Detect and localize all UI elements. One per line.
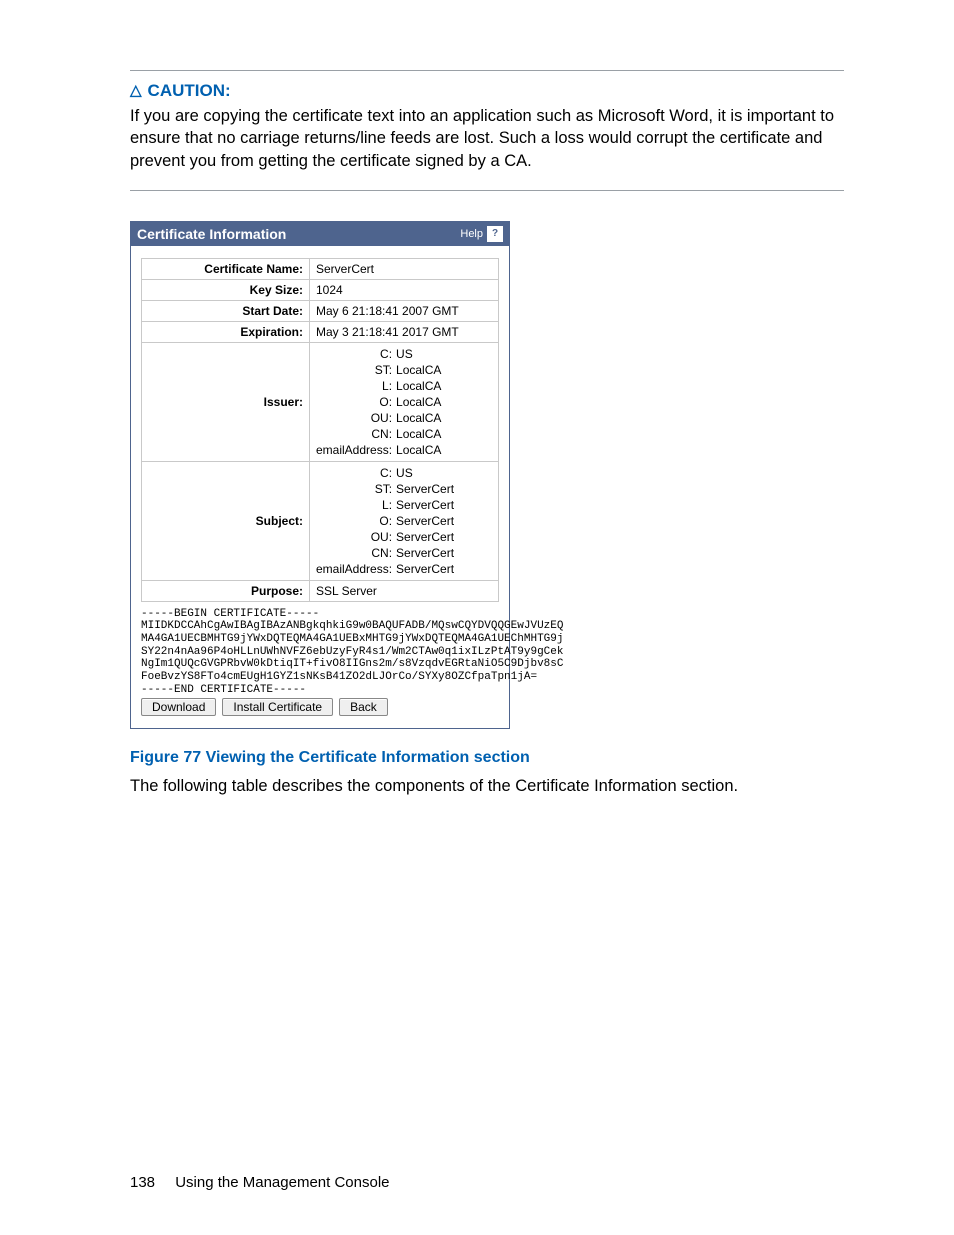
dn-value: ServerCert xyxy=(396,497,492,513)
dn-value: ServerCert xyxy=(396,481,492,497)
page-number: 138 xyxy=(130,1174,155,1191)
table-row: Certificate Name: ServerCert xyxy=(142,258,499,279)
purpose-value: SSL Server xyxy=(310,580,499,601)
key-size-label: Key Size: xyxy=(142,279,310,300)
panel-title-bar: Certificate Information Help ? xyxy=(131,222,509,246)
table-row: Expiration: May 3 21:18:41 2017 GMT xyxy=(142,321,499,342)
expiration-label: Expiration: xyxy=(142,321,310,342)
caution-label: CAUTION: xyxy=(148,81,231,100)
dn-key: O: xyxy=(316,513,396,529)
dn-value: ServerCert xyxy=(396,545,492,561)
caution-text: If you are copying the certificate text … xyxy=(130,105,844,172)
back-button[interactable]: Back xyxy=(339,698,388,716)
cert-name-value: ServerCert xyxy=(310,258,499,279)
dn-key: CN: xyxy=(316,545,396,561)
start-date-label: Start Date: xyxy=(142,300,310,321)
purpose-label: Purpose: xyxy=(142,580,310,601)
install-certificate-button[interactable]: Install Certificate xyxy=(222,698,333,716)
dn-value: ServerCert xyxy=(396,529,492,545)
dn-value: LocalCA xyxy=(396,426,492,442)
dn-value: LocalCA xyxy=(396,362,492,378)
figure-caption: Figure 77 Viewing the Certificate Inform… xyxy=(130,749,844,767)
issuer-dn-table: C:US ST:LocalCA L:LocalCA O:LocalCA OU:L… xyxy=(316,346,492,458)
dn-value: LocalCA xyxy=(396,378,492,394)
dn-value: LocalCA xyxy=(396,442,492,458)
panel-title: Certificate Information xyxy=(137,226,286,242)
dn-key: L: xyxy=(316,497,396,513)
dn-key: ST: xyxy=(316,481,396,497)
issuer-label: Issuer: xyxy=(142,342,310,461)
help-link[interactable]: Help ? xyxy=(460,226,503,242)
caution-box: △ CAUTION: If you are copying the certifi… xyxy=(130,70,844,191)
document-page: △ CAUTION: If you are copying the certifi… xyxy=(0,0,954,1235)
caution-triangle-icon: △ xyxy=(130,81,142,99)
footer-section: Using the Management Console xyxy=(175,1174,389,1191)
dn-key: ST: xyxy=(316,362,396,378)
table-row: Issuer: C:US ST:LocalCA L:LocalCA O:Loca… xyxy=(142,342,499,461)
table-row: Start Date: May 6 21:18:41 2007 GMT xyxy=(142,300,499,321)
dn-value: LocalCA xyxy=(396,394,492,410)
dn-value: ServerCert xyxy=(396,513,492,529)
download-button[interactable]: Download xyxy=(141,698,216,716)
subject-value-cell: C:US ST:ServerCert L:ServerCert O:Server… xyxy=(310,461,499,580)
page-footer: 138 Using the Management Console xyxy=(130,1174,390,1191)
caution-header: △ CAUTION: xyxy=(130,81,844,101)
dn-key: OU: xyxy=(316,410,396,426)
key-size-value: 1024 xyxy=(310,279,499,300)
subject-dn-table: C:US ST:ServerCert L:ServerCert O:Server… xyxy=(316,465,492,577)
dn-key: emailAddress: xyxy=(316,442,396,458)
dn-value: US xyxy=(396,465,492,481)
dn-key: L: xyxy=(316,378,396,394)
dn-key: OU: xyxy=(316,529,396,545)
help-label: Help xyxy=(460,228,483,240)
subject-label: Subject: xyxy=(142,461,310,580)
dn-value: ServerCert xyxy=(396,561,492,577)
dn-key: CN: xyxy=(316,426,396,442)
dn-key: C: xyxy=(316,465,396,481)
dn-value: US xyxy=(396,346,492,362)
dn-key: O: xyxy=(316,394,396,410)
certificate-info-table: Certificate Name: ServerCert Key Size: 1… xyxy=(141,258,499,602)
certificate-info-panel: Certificate Information Help ? Certifica… xyxy=(130,221,510,729)
table-row: Purpose: SSL Server xyxy=(142,580,499,601)
table-row: Key Size: 1024 xyxy=(142,279,499,300)
dn-value: LocalCA xyxy=(396,410,492,426)
certificate-pem-block: -----BEGIN CERTIFICATE----- MIIDKDCCAhCg… xyxy=(141,608,499,696)
start-date-value: May 6 21:18:41 2007 GMT xyxy=(310,300,499,321)
help-icon: ? xyxy=(487,226,503,242)
dn-key: emailAddress: xyxy=(316,561,396,577)
following-text: The following table describes the compon… xyxy=(130,777,844,796)
panel-body: Certificate Name: ServerCert Key Size: 1… xyxy=(131,246,509,728)
table-row: Subject: C:US ST:ServerCert L:ServerCert… xyxy=(142,461,499,580)
issuer-value-cell: C:US ST:LocalCA L:LocalCA O:LocalCA OU:L… xyxy=(310,342,499,461)
dn-key: C: xyxy=(316,346,396,362)
button-row: Download Install Certificate Back xyxy=(141,698,499,716)
cert-name-label: Certificate Name: xyxy=(142,258,310,279)
expiration-value: May 3 21:18:41 2017 GMT xyxy=(310,321,499,342)
